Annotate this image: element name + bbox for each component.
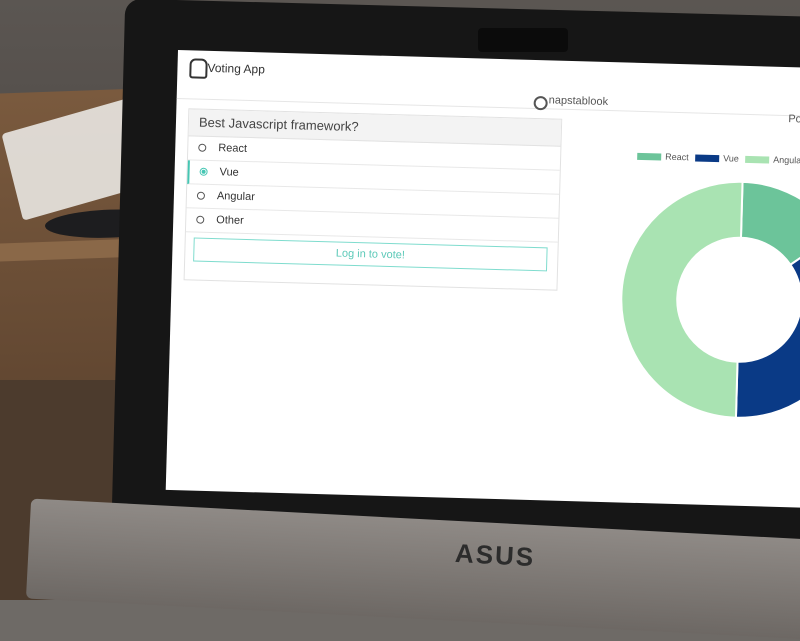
poll-card: Best Javascript framework? React Vue Ang…	[183, 108, 563, 291]
doughnut-slice-react[interactable]	[739, 180, 800, 267]
radio-icon[interactable]	[196, 191, 206, 200]
legend-label: Angular	[773, 154, 800, 166]
login-to-vote-button[interactable]: Log in to vote!	[193, 237, 548, 272]
legend-item-react[interactable]: React	[637, 151, 689, 162]
nav-right-link[interactable]: Po	[788, 113, 800, 125]
radio-selected-icon[interactable]	[199, 167, 208, 176]
radio-icon[interactable]	[196, 215, 205, 224]
laptop-camera	[478, 28, 568, 52]
legend-swatch	[745, 156, 770, 164]
laptop-brand-logo: ASUS	[454, 537, 537, 573]
option-label: React	[218, 142, 248, 155]
doughnut-slice-angular[interactable]	[618, 179, 744, 419]
doughnut-chart[interactable]	[606, 166, 800, 433]
option-label: Other	[216, 214, 244, 227]
legend-swatch	[695, 154, 720, 163]
legend-swatch	[637, 152, 662, 161]
radio-icon[interactable]	[198, 143, 207, 152]
legend-label: Vue	[723, 153, 740, 164]
ghost-logo-icon[interactable]	[189, 58, 208, 79]
github-icon[interactable]	[533, 95, 548, 111]
legend-item-angular[interactable]: Angular	[745, 154, 800, 166]
legend-label: React	[665, 151, 689, 163]
option-label: Angular	[216, 190, 256, 204]
legend-item-vue[interactable]: Vue	[695, 152, 740, 164]
github-user-link[interactable]: napstablook	[549, 94, 609, 108]
app-screen: Voting App napstablook Po Best Javascrip…	[165, 50, 800, 508]
app-title[interactable]: Voting App	[207, 61, 265, 77]
option-label: Vue	[219, 166, 239, 179]
